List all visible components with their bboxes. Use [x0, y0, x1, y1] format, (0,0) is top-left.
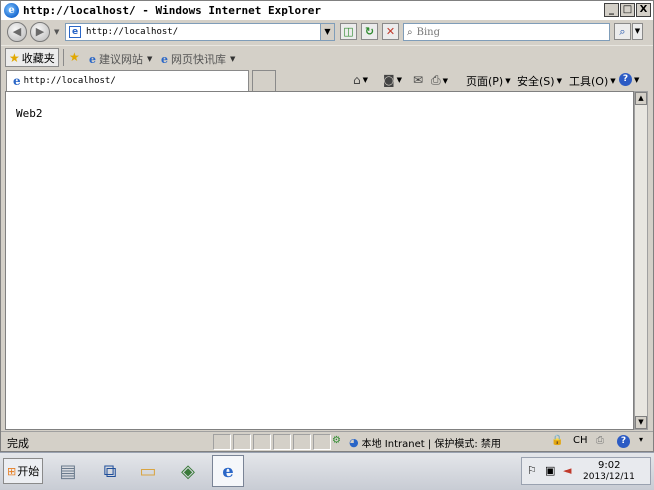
status-pane: [313, 434, 331, 450]
chevron-down-icon: ▼: [230, 55, 236, 63]
safety-menu-label: 安全(S): [517, 75, 555, 88]
page-menu-label: 页面(P): [466, 75, 504, 88]
mail-icon: ✉: [413, 73, 424, 87]
flag-icon[interactable]: ⚐: [527, 464, 537, 477]
chevron-down-icon: ▼: [505, 77, 511, 85]
web-slice-gallery-link[interactable]: e 网页快讯库 ▼: [161, 51, 235, 67]
maximize-button[interactable]: □: [620, 3, 635, 17]
favorites-bar: ★ 收藏夹 ★ e 建议网站 ▼ e 网页快讯库 ▼: [1, 45, 653, 68]
search-input[interactable]: Bing: [417, 27, 440, 38]
window-title: http://localhost/ - Windows Internet Exp…: [23, 4, 322, 17]
zone-label: 本地 Intranet | 保护模式: 禁用: [361, 439, 501, 450]
safety-menu[interactable]: 安全(S) ▼: [517, 73, 562, 89]
ie-page-icon: e: [13, 74, 21, 88]
status-pane: [273, 434, 291, 450]
scroll-up-icon[interactable]: ▲: [635, 92, 647, 105]
print-button[interactable]: ⎙ ▼: [431, 73, 448, 88]
search-options-dropdown-icon[interactable]: ▼: [632, 23, 643, 40]
security-status-icon[interactable]: ⚙: [332, 435, 341, 446]
stop-button[interactable]: ✕: [382, 23, 399, 40]
forward-button[interactable]: ▶: [30, 22, 50, 42]
search-provider-icon: ⌕: [407, 26, 413, 38]
help-menu[interactable]: ? ▼: [619, 73, 639, 86]
ie-page-icon: e: [161, 52, 168, 66]
divider: [63, 49, 64, 66]
help-button[interactable]: ?: [617, 435, 630, 448]
status-pane: [213, 434, 231, 450]
taskbar: ⊞ 开始 ▤ ⧉ ▭ ◈ e ⚐ ▣ ◄ 9:02 2013/12/11: [0, 452, 654, 490]
add-to-favorites-bar-icon[interactable]: ★: [69, 50, 80, 64]
search-button[interactable]: ⌕: [614, 23, 631, 40]
suggested-sites-link[interactable]: e 建议网站 ▼: [89, 51, 152, 67]
suggested-sites-label: 建议网站: [99, 53, 143, 66]
favorites-label: 收藏夹: [21, 51, 55, 65]
status-text: 完成: [7, 437, 29, 450]
ie-logo-icon: e: [4, 3, 19, 18]
folder-icon[interactable]: ▭: [132, 455, 164, 487]
windows-logo-icon: ⊞: [7, 464, 17, 478]
address-bar[interactable]: e http://localhost/ ▼: [65, 23, 335, 41]
tab-and-command-bar: e http://localhost/ ⌂ ▼ ◙ ▼ ✉ ⎙ ▼ 页面(P) ▼ 安全…: [1, 68, 653, 91]
close-button[interactable]: X: [636, 3, 651, 17]
vertical-scrollbar[interactable]: ▲ ▼: [634, 91, 648, 430]
start-label: 开始: [17, 465, 40, 478]
page-viewport: Web2: [5, 91, 634, 430]
tab-title: http://localhost/: [23, 76, 116, 86]
status-pane: [233, 434, 251, 450]
ie-window: e http://localhost/ - Windows Internet E…: [0, 0, 654, 452]
powershell-icon[interactable]: ⧉: [94, 455, 126, 487]
title-bar: e http://localhost/ - Windows Internet E…: [1, 1, 653, 20]
server-manager-icon[interactable]: ▤: [52, 455, 84, 487]
minimize-button[interactable]: _: [604, 3, 619, 17]
address-input[interactable]: http://localhost/: [86, 27, 178, 37]
page-content: Web2: [16, 107, 43, 120]
clock-time[interactable]: 9:02: [598, 460, 620, 471]
status-pane: [253, 434, 271, 450]
address-dropdown-icon[interactable]: ▼: [320, 24, 334, 40]
globe-icon: ◕: [349, 436, 359, 449]
chevron-down-icon: ▼: [556, 77, 562, 85]
volume-muted-icon[interactable]: ◄: [563, 464, 571, 477]
clock-date[interactable]: 2013/12/11: [583, 472, 635, 482]
network-icon[interactable]: ▣: [545, 464, 555, 477]
compatibility-view-button[interactable]: ◫: [340, 23, 357, 40]
help-icon: ?: [619, 73, 632, 86]
web-slice-gallery-label: 网页快讯库: [171, 53, 226, 66]
internet-explorer-icon[interactable]: e: [212, 455, 244, 487]
tools-menu-label: 工具(O): [569, 75, 609, 88]
printer-icon[interactable]: ⎙: [596, 435, 604, 446]
status-bar: 完成 ⚙ ◕ 本地 Intranet | 保护模式: 禁用 🔒 CH ⎙ ? ▾: [1, 431, 653, 451]
shield-icon[interactable]: ◈: [172, 455, 204, 487]
tab-localhost[interactable]: e http://localhost/: [6, 70, 249, 91]
feeds-button[interactable]: ◙ ▼: [383, 73, 402, 87]
help-icon: ?: [617, 435, 630, 448]
start-button[interactable]: ⊞ 开始: [3, 458, 43, 484]
page-menu[interactable]: 页面(P) ▼: [466, 73, 511, 89]
chevron-down-icon: ▼: [147, 55, 153, 63]
read-mail-button[interactable]: ✉: [413, 73, 423, 87]
new-tab-button[interactable]: [252, 70, 276, 91]
status-pane: [293, 434, 311, 450]
recent-pages-dropdown-icon[interactable]: ▼: [54, 28, 59, 36]
status-more-icon[interactable]: ▾: [639, 435, 643, 444]
refresh-button[interactable]: ↻: [361, 23, 378, 40]
page-icon: e: [69, 26, 81, 38]
printer-icon: ⎙: [431, 73, 441, 87]
security-zone[interactable]: ◕ 本地 Intranet | 保护模式: 禁用: [349, 435, 501, 450]
home-icon: ⌂: [353, 73, 361, 87]
scroll-down-icon[interactable]: ▼: [635, 416, 647, 429]
favorites-button[interactable]: ★ 收藏夹: [5, 48, 59, 67]
search-field[interactable]: ⌕ Bing: [403, 23, 610, 41]
navigation-bar: ◀ ▶ ▼ e http://localhost/ ▼ ◫ ↻ ✕ ⌕ Bing…: [1, 20, 653, 45]
language-indicator[interactable]: CH: [573, 435, 588, 446]
chevron-down-icon: ▼: [610, 77, 616, 85]
ie-page-icon: e: [89, 52, 96, 66]
rss-icon: ◙: [383, 73, 395, 87]
home-button[interactable]: ⌂ ▼: [353, 73, 368, 87]
lock-icon[interactable]: 🔒: [551, 435, 563, 446]
star-icon: ★: [9, 50, 20, 65]
back-button[interactable]: ◀: [7, 22, 27, 42]
system-tray: ⚐ ▣ ◄ 9:02 2013/12/11: [521, 457, 651, 485]
tools-menu[interactable]: 工具(O) ▼: [569, 73, 616, 89]
